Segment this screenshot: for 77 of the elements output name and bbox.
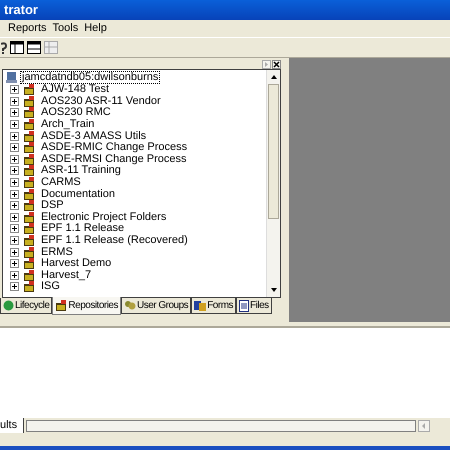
tree-item[interactable]: DSP — [41, 200, 64, 212]
tree-item[interactable]: AJW-148 Test — [41, 84, 110, 96]
repository-icon — [23, 84, 35, 96]
scroll-thumb[interactable] — [268, 84, 279, 219]
expand-toggle[interactable] — [10, 224, 19, 234]
tree-item[interactable]: ERMS — [41, 246, 73, 258]
tree-item[interactable]: AOS230 ASR-11 Vendor — [41, 96, 161, 107]
close-icon[interactable] — [272, 60, 281, 68]
repository-icon — [23, 177, 35, 188]
expand-toggle[interactable] — [10, 270, 19, 280]
expand-toggle[interactable] — [10, 282, 19, 292]
repository-icon — [23, 165, 35, 176]
tree-item[interactable]: EPF 1.1 Release (Recovered) — [41, 235, 188, 246]
tree-item[interactable]: EPF 1.1 Release — [41, 223, 124, 234]
repository-icon — [23, 246, 35, 258]
repository-icon — [23, 258, 35, 270]
expand-toggle[interactable] — [10, 108, 19, 118]
server-icon — [6, 72, 17, 83]
expand-toggle[interactable] — [10, 248, 19, 257]
tree-item[interactable]: Electronic Project Folders — [41, 212, 166, 223]
repository-icon — [23, 142, 35, 154]
expand-toggle[interactable] — [10, 212, 19, 222]
repository-icon — [23, 107, 35, 118]
tree-item[interactable]: Arch_Train — [41, 119, 94, 130]
users-icon — [124, 300, 136, 311]
repository-icon — [23, 188, 35, 200]
repository-icon — [23, 212, 35, 223]
tree-item[interactable]: AOS230 RMC — [41, 107, 111, 118]
scroll-up-icon[interactable] — [270, 75, 276, 79]
menu-item[interactable]: Tools — [50, 20, 80, 37]
repository-icon — [23, 223, 35, 234]
repository-icon — [23, 270, 35, 281]
expand-toggle[interactable] — [10, 166, 19, 176]
tree-item[interactable]: CARMS — [41, 177, 81, 188]
expand-toggle[interactable] — [10, 259, 19, 268]
file-icon — [239, 300, 250, 312]
panel-tab[interactable]: Forms — [191, 298, 236, 314]
help-icon[interactable] — [1, 40, 7, 54]
tree-item[interactable]: ASDE-RMIC Change Process — [41, 142, 188, 154]
repository-icon — [23, 96, 35, 107]
expand-toggle[interactable] — [10, 236, 19, 246]
panel-tab[interactable]: Repositories — [52, 297, 121, 315]
expand-toggle[interactable] — [10, 143, 19, 152]
panel-tab[interactable]: Files — [236, 298, 272, 314]
window-title: trator — [4, 1, 38, 20]
layout-split-icon[interactable] — [27, 41, 41, 54]
repository-icon — [55, 300, 68, 311]
repository-icon — [23, 235, 35, 246]
repository-icon — [23, 130, 35, 142]
scroll-down-icon[interactable] — [270, 288, 276, 292]
expand-toggle[interactable] — [10, 132, 19, 141]
menu-item[interactable]: Reports — [6, 20, 49, 37]
expand-toggle[interactable] — [10, 201, 19, 210]
repository-icon — [23, 119, 35, 130]
expand-toggle[interactable] — [10, 96, 19, 106]
repository-icon — [23, 281, 35, 292]
expand-toggle[interactable] — [10, 178, 19, 188]
tree-root[interactable]: jamcdatndb05:dwilsonburns — [20, 71, 160, 84]
repository-icon — [23, 154, 35, 165]
tree-item[interactable]: Documentation — [41, 188, 115, 200]
tree-item[interactable]: Harvest_7 — [41, 270, 92, 281]
tree-item[interactable]: ASDE-RMSI Change Process — [41, 154, 186, 165]
expand-toggle[interactable] — [10, 154, 19, 164]
menu-item[interactable]: Help — [82, 20, 109, 37]
forms-icon — [194, 300, 206, 311]
expand-toggle[interactable] — [10, 120, 19, 130]
expand-toggle[interactable] — [10, 85, 19, 94]
output-tab[interactable]: ults — [0, 418, 24, 433]
repository-icon — [23, 200, 35, 212]
layout-left-icon[interactable] — [10, 41, 24, 54]
tree-item[interactable]: Harvest Demo — [41, 258, 112, 270]
panel-tab[interactable]: User Groups — [121, 298, 192, 314]
tree-item[interactable]: ASDE-3 AMASS Utils — [41, 130, 146, 142]
panel-tab[interactable]: Lifecycle — [0, 298, 52, 314]
expand-toggle[interactable] — [10, 190, 19, 199]
tree-item[interactable]: ISG — [41, 281, 60, 292]
tree-item[interactable]: ASR-11 Training — [41, 165, 121, 176]
